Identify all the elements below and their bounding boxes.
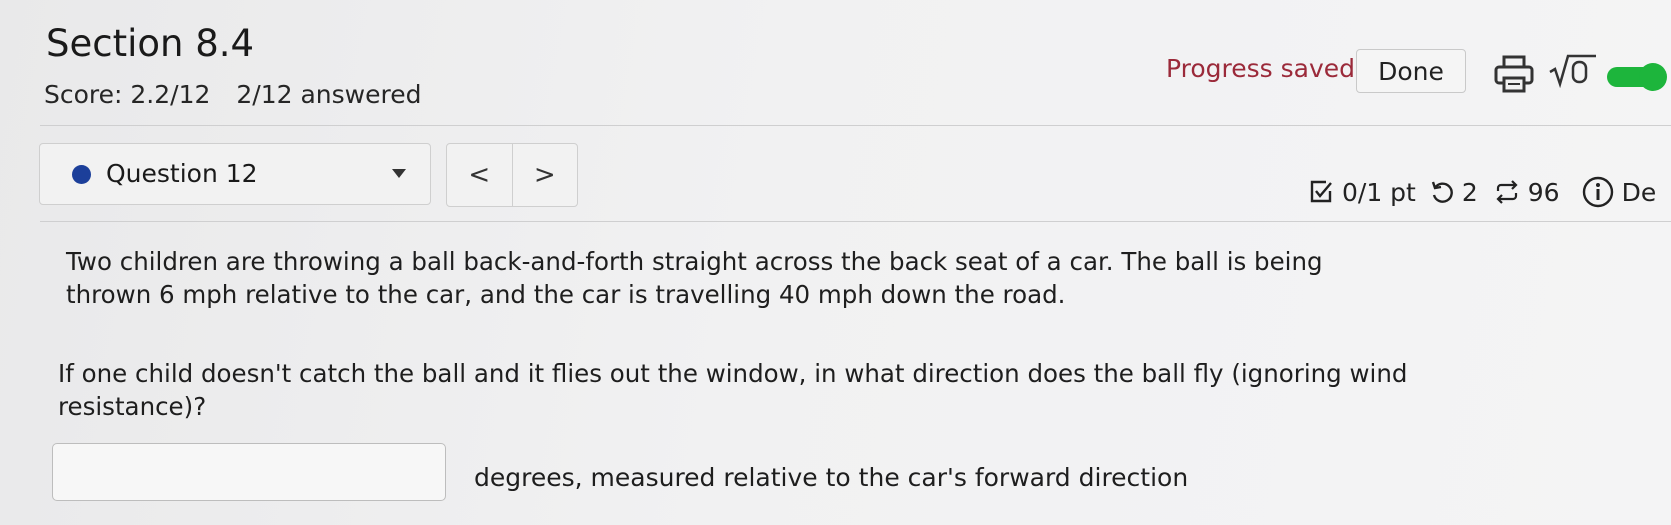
question-details-button[interactable]: De bbox=[1582, 176, 1657, 208]
retry-icon bbox=[1431, 181, 1453, 203]
question-nav-group: < > bbox=[446, 143, 578, 207]
answered-count: 2/12 answered bbox=[236, 80, 422, 109]
attempts-status: 96 bbox=[1494, 178, 1560, 207]
info-icon bbox=[1582, 176, 1613, 208]
points-status: 0/1 pt bbox=[1308, 178, 1416, 207]
details-label: De bbox=[1621, 177, 1657, 207]
progress-status: Progress saved bbox=[1166, 54, 1356, 83]
question-status-dot bbox=[72, 165, 91, 184]
answer-input[interactable] bbox=[52, 443, 446, 501]
retries-count: 2 bbox=[1461, 177, 1478, 207]
points-text: 0/1 pt bbox=[1342, 177, 1416, 207]
header-divider bbox=[40, 125, 1671, 126]
attempts-icon bbox=[1496, 180, 1518, 204]
question-meta: 0/1 pt 2 96 De bbox=[1308, 172, 1656, 212]
print-icon[interactable] bbox=[1492, 54, 1536, 94]
previous-question-button[interactable]: < bbox=[447, 144, 512, 206]
math-toggle-switch[interactable] bbox=[1605, 62, 1671, 92]
math-symbols-icon[interactable] bbox=[1548, 52, 1598, 88]
next-question-button[interactable]: > bbox=[511, 144, 578, 206]
score-summary: Score: 2.2/12 2/12 answered bbox=[44, 80, 421, 109]
page-title: Section 8.4 bbox=[46, 22, 255, 65]
attempts-count: 96 bbox=[1527, 177, 1560, 207]
question-selector-label: Question 12 bbox=[106, 159, 258, 188]
question-selector[interactable]: Question 12 bbox=[39, 143, 431, 205]
done-button[interactable]: Done bbox=[1356, 49, 1466, 93]
retries-status: 2 bbox=[1430, 178, 1478, 207]
caret-down-icon bbox=[392, 169, 406, 178]
question-prompt: If one child doesn't catch the ball and … bbox=[58, 359, 1408, 421]
question-divider bbox=[40, 221, 1671, 222]
question-paragraph: Two children are throwing a ball back-an… bbox=[66, 247, 1323, 309]
score-text: Score: 2.2/12 bbox=[44, 80, 211, 109]
checkbox-icon bbox=[1310, 180, 1332, 203]
answer-unit-label: degrees, measured relative to the car's … bbox=[474, 463, 1189, 492]
